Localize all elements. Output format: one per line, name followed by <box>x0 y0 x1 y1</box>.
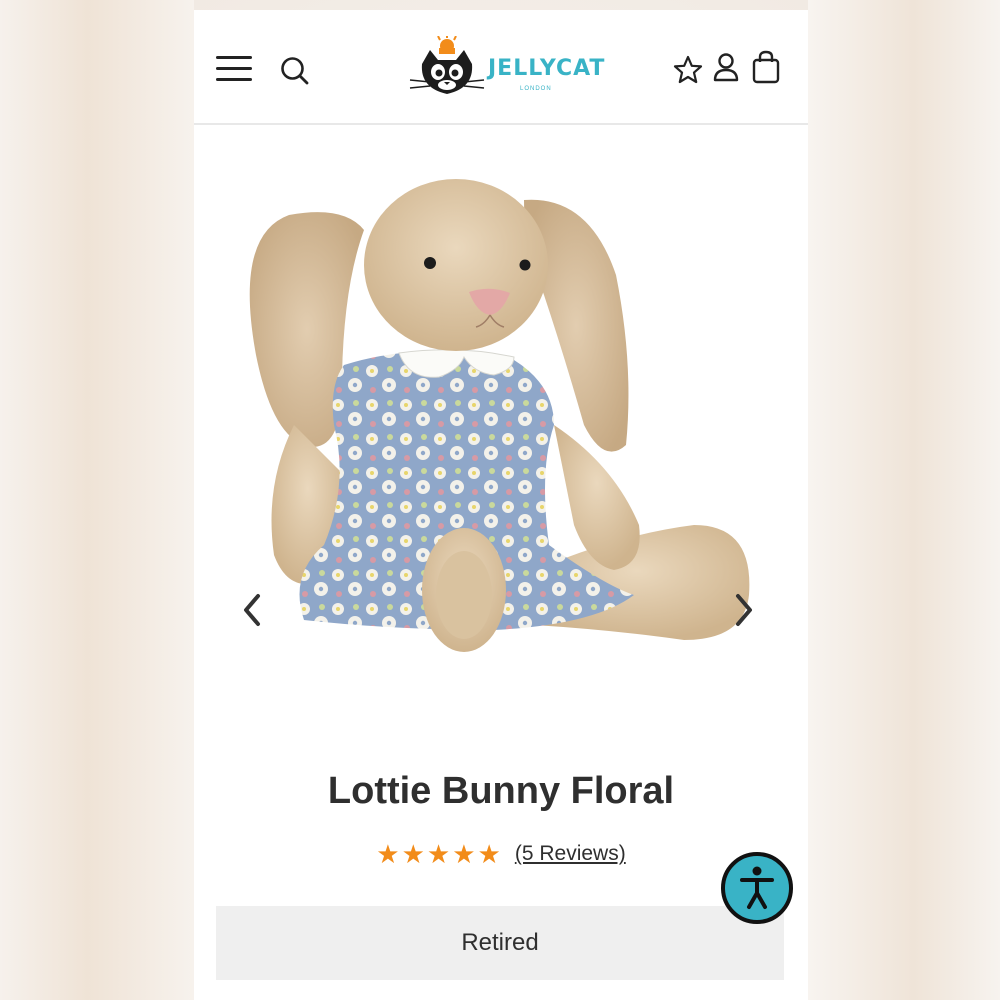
account-button[interactable] <box>712 52 740 82</box>
rating-star-icon: ★ <box>376 839 400 869</box>
rating-star-icon: ★ <box>477 839 501 869</box>
prev-image-button[interactable] <box>240 592 264 628</box>
search-button[interactable] <box>280 56 310 86</box>
accessibility-icon <box>721 852 793 924</box>
hamburger-icon <box>216 56 252 81</box>
rating-star-icon: ★ <box>426 839 451 869</box>
product-gallery[interactable] <box>194 125 808 745</box>
chevron-right-icon <box>736 594 752 626</box>
search-icon <box>281 57 309 85</box>
backdrop-left <box>0 0 194 1000</box>
brand-logo[interactable]: JELLYCAT LONDON <box>408 36 604 106</box>
site-header: JELLYCAT LONDON <box>194 10 808 125</box>
star-icon <box>673 55 703 84</box>
product-page: JELLYCAT LONDON Lottie Bunny Floral ★ ★ … <box>194 10 808 1000</box>
status-label: Retired <box>461 929 539 956</box>
accessibility-button[interactable] <box>720 851 794 925</box>
bag-icon <box>752 50 780 84</box>
rating-star-icon: ★ <box>401 839 425 869</box>
next-image-button[interactable] <box>732 592 756 628</box>
bag-button[interactable] <box>750 50 782 84</box>
backdrop-right <box>808 0 1000 1000</box>
chevron-left-icon <box>244 594 260 626</box>
cat-logo-icon <box>409 36 485 94</box>
reviews-link[interactable]: (5 Reviews) <box>515 842 626 866</box>
brand-name: JELLYCAT <box>488 56 606 81</box>
rating-stars: ★ ★ ★ ★ ★ <box>376 841 501 867</box>
wishlist-button[interactable] <box>672 54 704 86</box>
rating-star-icon: ★ <box>452 839 476 869</box>
product-title: Lottie Bunny Floral <box>327 770 675 812</box>
user-icon <box>713 53 739 82</box>
product-rating: ★ ★ ★ ★ ★ (5 Reviews) <box>194 838 808 870</box>
menu-button[interactable] <box>216 54 254 84</box>
product-image <box>249 179 750 652</box>
retired-status-button[interactable]: Retired <box>216 906 784 980</box>
brand-subtitle: LONDON <box>520 86 552 92</box>
